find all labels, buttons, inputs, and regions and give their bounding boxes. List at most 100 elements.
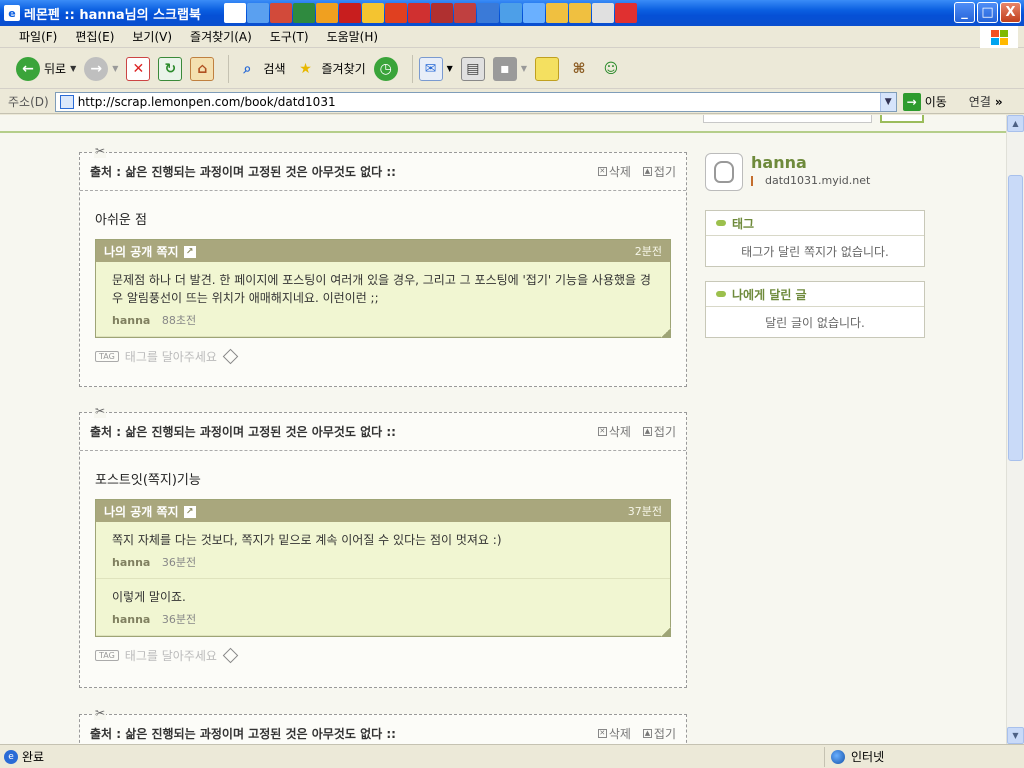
header-divider — [0, 131, 1006, 133]
tag-prompt[interactable]: 태그를 달아주세요 — [125, 348, 217, 365]
address-input[interactable]: http://scrap.lemonpen.com/book/datd1031 … — [54, 91, 897, 112]
page-icon — [59, 94, 74, 109]
mail-button[interactable]: ✉ ▼ — [418, 56, 453, 81]
pencil-icon[interactable] — [222, 348, 239, 365]
profile-url[interactable]: datd1031.myid.net — [765, 174, 870, 187]
chevron-right-icon[interactable]: » — [995, 95, 1003, 109]
menu-tools[interactable]: 도구(T) — [261, 28, 318, 45]
folder-icon[interactable] — [546, 3, 568, 23]
red-icon[interactable] — [339, 3, 361, 23]
address-dropdown-icon[interactable]: ▼ — [879, 92, 896, 111]
stop-button[interactable]: ✕ — [126, 56, 151, 81]
top-search-input[interactable] — [703, 115, 872, 123]
user-placeholder-icon — [714, 161, 734, 183]
close-button[interactable]: X — [1000, 2, 1021, 23]
note-author[interactable]: hanna — [112, 556, 150, 569]
word-icon[interactable] — [477, 3, 499, 23]
note-heading: 나의 공개 쪽지 — [104, 504, 179, 519]
refresh-button[interactable]: ↻ — [158, 56, 183, 81]
block-icon[interactable] — [615, 3, 637, 23]
vertical-scrollbar[interactable]: ▲ ▼ — [1006, 115, 1024, 744]
fold-button[interactable]: ▲ 접기 — [642, 725, 676, 742]
edit-button[interactable]: ▪ ▼ — [492, 56, 527, 81]
forward-dropdown-icon[interactable]: ▼ — [112, 64, 118, 73]
note-author[interactable]: hanna — [112, 314, 150, 327]
menu-file[interactable]: 파일(F) — [10, 28, 66, 45]
note-entry: 쪽지 자체를 다는 것보다, 쪽지가 밑으로 계속 이어질 수 있다는 점이 멋… — [96, 522, 670, 579]
home-button[interactable]: ⌂ — [190, 56, 215, 81]
go-button[interactable]: → 이동 — [902, 92, 947, 111]
print-button[interactable]: ▤ — [460, 56, 485, 81]
minimize-button[interactable]: _ — [954, 2, 975, 23]
delete-button[interactable]: ✕ 삭제 — [597, 423, 631, 440]
profile-name[interactable]: hanna — [751, 153, 870, 172]
delete-label: 삭제 — [608, 425, 631, 439]
external-link-icon[interactable]: ↗ — [183, 246, 196, 258]
diy-icon[interactable] — [385, 3, 407, 23]
menu-view[interactable]: 보기(V) — [123, 28, 181, 45]
maximize-button[interactable]: □ — [977, 2, 998, 23]
back-button[interactable]: ← 뒤로 ▼ — [16, 56, 76, 81]
external-link-icon[interactable]: ↗ — [183, 506, 196, 518]
mail-icon: ✉ — [418, 56, 443, 81]
smile-icon[interactable] — [362, 3, 384, 23]
search-button[interactable]: ⌕ 검색 — [235, 57, 285, 81]
menu-edit[interactable]: 편집(E) — [66, 28, 123, 45]
d-icon[interactable] — [408, 3, 430, 23]
note-time: 2분전 — [634, 245, 662, 258]
disc-icon[interactable] — [523, 3, 545, 23]
grid-icon[interactable] — [247, 3, 269, 23]
edit-dropdown-icon[interactable]: ▼ — [521, 64, 527, 73]
menu-favorites[interactable]: 즐겨찾기(A) — [181, 28, 261, 45]
tag-prompt[interactable]: 태그를 달아주세요 — [125, 647, 217, 664]
favorites-button[interactable]: ★ 즐겨찾기 — [294, 57, 365, 81]
delete-button[interactable]: ✕ 삭제 — [597, 163, 631, 180]
avatar[interactable] — [705, 153, 743, 191]
post-source[interactable]: 출처 : 삶은 진행되는 과정이며 고정된 것은 아무것도 없다 :: — [90, 725, 586, 742]
top-search-button[interactable] — [880, 115, 924, 123]
mail-dropdown-icon[interactable]: ▼ — [447, 64, 453, 73]
window-icon[interactable] — [224, 3, 246, 23]
star-icon: ★ — [299, 60, 312, 77]
fold-button[interactable]: ▲ 접기 — [642, 163, 676, 180]
comments-box-empty: 달린 글이 없습니다. — [765, 315, 865, 330]
note-text: 이렇게 말이죠. — [112, 590, 186, 604]
back-dropdown-icon[interactable]: ▼ — [70, 64, 76, 73]
delete-icon: ✕ — [597, 729, 607, 738]
forward-button[interactable]: → ▼ — [84, 56, 118, 81]
research-button[interactable]: ⌘ — [567, 57, 591, 81]
fold-button[interactable]: ▲ 접기 — [642, 423, 676, 440]
orange-icon[interactable] — [316, 3, 338, 23]
menu-help[interactable]: 도움말(H) — [318, 28, 388, 45]
fold-label: 접기 — [653, 425, 676, 439]
links-label[interactable]: 연결 — [969, 93, 991, 110]
tree-icon[interactable] — [293, 3, 315, 23]
discuss-button[interactable] — [534, 56, 559, 81]
network-icon[interactable] — [592, 3, 614, 23]
delete-button[interactable]: ✕ 삭제 — [597, 725, 631, 742]
pen-icon[interactable] — [270, 3, 292, 23]
toolbar-separator — [411, 54, 413, 83]
a-icon[interactable] — [431, 3, 453, 23]
note-author[interactable]: hanna — [112, 613, 150, 626]
history-button[interactable]: ◷ — [373, 56, 398, 81]
post-source[interactable]: 출처 : 삶은 진행되는 과정이며 고정된 것은 아무것도 없다 :: — [90, 163, 586, 180]
scroll-down-icon[interactable]: ▼ — [1007, 727, 1024, 744]
globe-icon — [831, 749, 845, 764]
scroll-thumb[interactable] — [1008, 175, 1023, 461]
globe-icon[interactable] — [500, 3, 522, 23]
percent-icon[interactable] — [454, 3, 476, 23]
go-label: 이동 — [924, 95, 947, 109]
window-title: 레몬펜 :: hanna님의 스크랩북 — [24, 7, 201, 23]
post-source[interactable]: 출처 : 삶은 진행되는 과정이며 고정된 것은 아무것도 없다 :: — [90, 423, 586, 440]
security-zone[interactable]: 인터넷 — [824, 746, 884, 767]
scroll-up-icon[interactable]: ▲ — [1007, 115, 1024, 132]
note-entry: 이렇게 말이죠. hanna 36분전 — [96, 579, 670, 636]
comments-box-title: 나에게 달린 글 — [732, 287, 807, 302]
url-text[interactable]: http://scrap.lemonpen.com/book/datd1031 — [78, 95, 880, 109]
folder2-icon[interactable] — [569, 3, 591, 23]
post-title: 아쉬운 점 — [95, 213, 147, 228]
pencil-icon[interactable] — [222, 647, 239, 664]
messenger-icon: ☺ — [603, 60, 619, 77]
messenger-button[interactable]: ☺ — [599, 57, 623, 81]
